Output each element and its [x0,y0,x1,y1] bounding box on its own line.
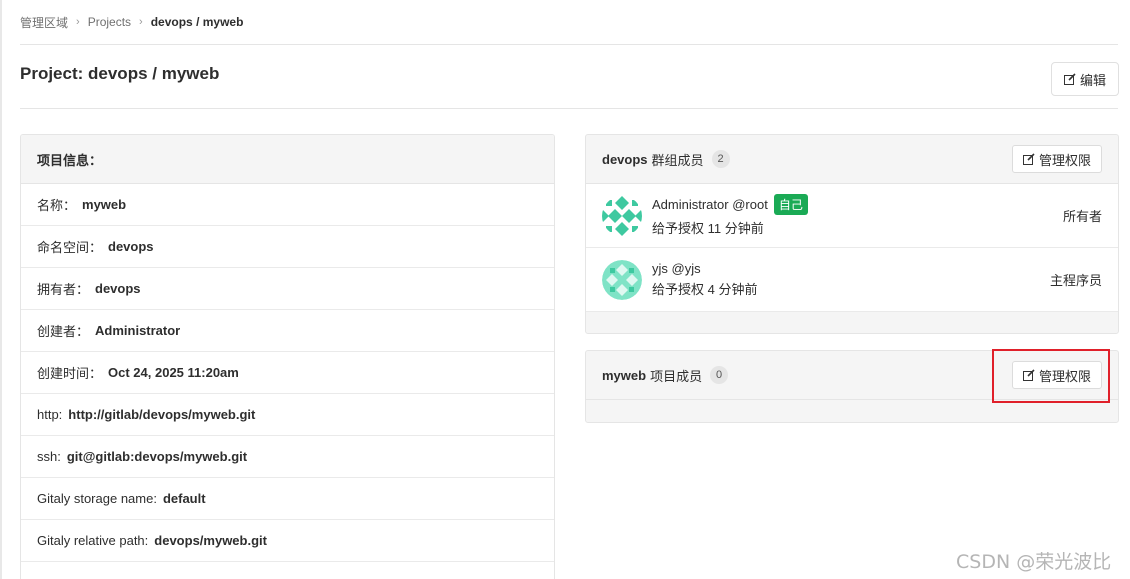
info-row-gitaly-storage: Gitaly storage name: default [21,478,554,520]
group-members-panel: devops 群组成员 2 管理权限 Administrator @root 自… [585,134,1119,334]
project-members-label: 项目成员 [650,368,703,384]
member-granted: 给予授权 11 分钟前 [652,221,764,236]
edit-button[interactable]: 编辑 [1051,62,1119,96]
group-members-label: 群组成员 [651,152,704,168]
member-count-badge: 0 [710,366,729,384]
info-value: Oct 24, 2025 11:20am [108,365,239,380]
member-info: Administrator @root 自己 给予授权 11 分钟前 [652,194,808,237]
breadcrumb-admin-area[interactable]: 管理区域 [20,14,68,31]
project-name: myweb [602,367,647,383]
self-badge: 自己 [773,194,808,215]
watermark: CSDN @荣光波比 [956,551,1112,573]
member-handle: @root [732,197,768,212]
project-info-panel: 项目信息： 名称： myweb 命名空间： devops 拥有者： devops 创建… [20,134,555,579]
member-row: Administrator @root 自己 给予授权 11 分钟前 所有者 [586,184,1118,248]
chevron-right-icon: › [76,16,80,28]
info-key: 创建时间： [37,366,103,381]
info-key: ssh: [37,449,61,464]
info-value: default [162,491,206,506]
edit-button-label: 编辑 [1079,72,1106,88]
breadcrumb: 管理区域 › Projects › devops / myweb [20,0,1118,45]
info-row-http: http: http://gitlab/devops/myweb.git [21,394,554,436]
divider [20,108,1118,109]
manage-permissions-label: 管理权限 [1038,152,1091,168]
manage-group-permissions-button[interactable]: 管理权限 [1011,145,1102,173]
info-row-name: 名称： myweb [21,184,554,226]
info-value[interactable]: devops [95,281,141,296]
edit-icon [1063,73,1076,85]
group-name[interactable]: devops [602,152,648,167]
identicon-icon [602,259,642,300]
member-name[interactable]: yjs [652,261,668,276]
avatar[interactable] [602,259,642,300]
info-key: 拥有者： [37,282,90,297]
info-row-ssh: ssh: git@gitlab:devops/myweb.git [21,436,554,478]
page-title: Project: devops / myweb [20,64,220,83]
member-role: 所有者 [1062,209,1102,224]
info-row-namespace: 命名空间： devops [21,226,554,268]
info-key: 名称： [37,198,77,213]
member-row: yjs @yjs 给予授权 4 分钟前 主程序员 [586,248,1118,312]
info-key: Gitaly relative path: [37,533,149,548]
member-role: 主程序员 [1049,273,1102,288]
member-handle: @yjs [671,261,701,276]
project-info-header: 项目信息： [21,135,554,184]
info-key: Gitaly storage name: [37,491,157,506]
highlight-annotation [992,349,1110,403]
info-value: myweb [82,197,127,212]
window-edge [0,0,2,579]
breadcrumb-current[interactable]: devops / myweb [151,15,244,29]
info-value[interactable]: devops [108,239,154,254]
identicon-icon [602,195,642,236]
member-info: yjs @yjs 给予授权 4 分钟前 [652,261,757,298]
member-name[interactable]: Administrator [652,197,729,212]
info-key: 命名空间： [37,240,103,255]
info-value[interactable]: Administrator [95,323,180,338]
info-row-owner: 拥有者： devops [21,268,554,310]
chevron-right-icon: › [139,16,143,28]
edit-icon [1022,153,1035,165]
info-value: http://gitlab/devops/myweb.git [68,407,256,422]
info-key: http: [37,407,63,422]
info-value: git@gitlab:devops/myweb.git [66,449,248,464]
avatar[interactable] [602,195,642,236]
info-key: 创建者： [37,324,90,339]
member-granted: 给予授权 4 分钟前 [652,282,758,297]
info-row-created-at: 创建时间： Oct 24, 2025 11:20am [21,352,554,394]
info-row-gitaly-path: Gitaly relative path: devops/myweb.git [21,520,554,562]
info-value: devops/myweb.git [154,533,267,548]
group-members-header: devops 群组成员 2 管理权限 [586,135,1118,184]
info-row-creator: 创建者： Administrator [21,310,554,352]
member-count-badge: 2 [711,150,730,168]
breadcrumb-projects[interactable]: Projects [88,15,131,29]
